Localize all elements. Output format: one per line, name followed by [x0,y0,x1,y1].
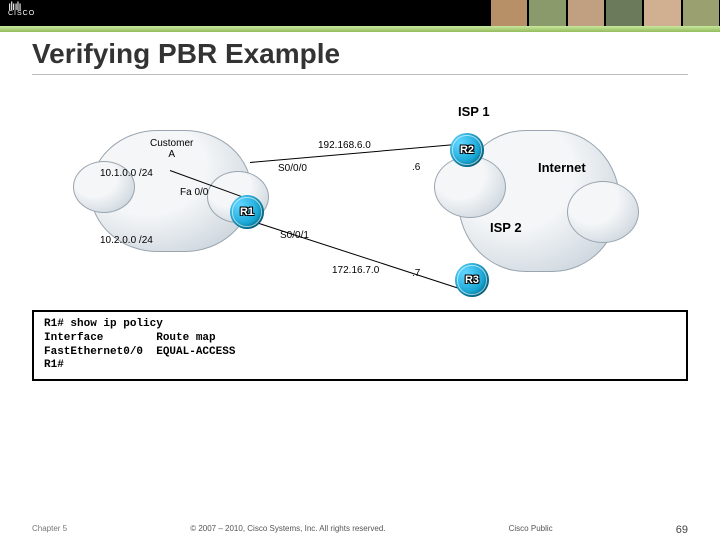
fa-label: Fa 0/0 [180,187,208,198]
host-dn-label: .7 [412,268,420,279]
cli-text: R1# show ip policy Interface Route map F… [44,318,235,371]
footer: Chapter 5 © 2007 – 2010, Cisco Systems, … [0,524,720,536]
title-underline [32,74,688,75]
host-up-label: .6 [412,162,420,173]
network-diagram: R1 R2 R3 Customer A Internet ISP 1 ISP 2… [60,100,680,300]
accent-bar [0,26,720,32]
top-bar: ılıılı CISCO [0,0,720,26]
router-r3: R3 [455,263,489,297]
seg-dn-label: 172.16.7.0 [332,265,379,276]
s00-label: S0/0/0 [278,163,307,174]
cli-output: R1# show ip policy Interface Route map F… [32,310,688,381]
net2-label: 10.2.0.0 /24 [100,235,153,246]
header-photo-strip [490,0,720,26]
net1-label: 10.1.0.0 /24 [100,168,153,179]
public-label: Cisco Public [509,524,553,536]
page-title: Verifying PBR Example [32,38,340,70]
isp2-label: ISP 2 [490,220,522,235]
copyright-label: © 2007 – 2010, Cisco Systems, Inc. All r… [190,524,385,536]
cisco-logo: ılıılı CISCO [8,2,35,17]
seg-up-label: 192.168.6.0 [318,140,371,151]
s01-label: S0/0/1 [280,230,309,241]
chapter-label: Chapter 5 [32,524,67,536]
page-number: 69 [676,524,688,536]
isp1-label: ISP 1 [458,104,490,119]
router-r2: R2 [450,133,484,167]
internet-label: Internet [538,160,586,175]
customer-label: Customer A [150,138,193,160]
router-r1: R1 [230,195,264,229]
